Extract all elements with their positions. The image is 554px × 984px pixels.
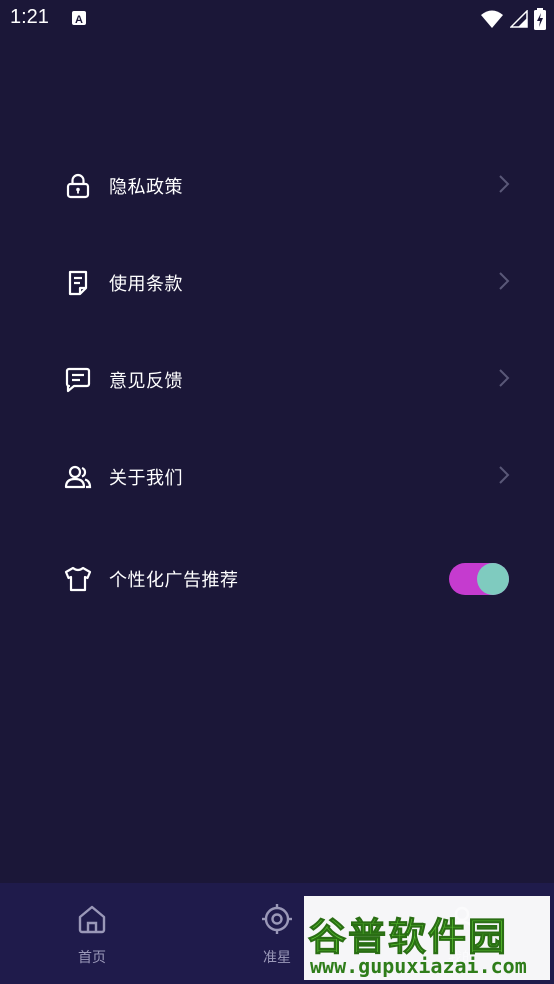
personalized-ads-toggle[interactable] <box>449 563 509 595</box>
signal-icon <box>509 9 528 32</box>
a-notification-icon: A <box>72 11 86 26</box>
settings-menu: 隐私政策 使用条款 意见反馈 关于我们 <box>0 137 554 525</box>
menu-item-about-us[interactable]: 关于我们 <box>0 428 554 525</box>
menu-item-label: 使用条款 <box>109 273 183 295</box>
status-time: 1:21 <box>10 6 49 28</box>
watermark-title: 谷普软件园 <box>307 915 509 960</box>
chevron-right-icon <box>498 369 510 391</box>
menu-item-terms-of-use[interactable]: 使用条款 <box>0 234 554 331</box>
status-bar: 1:21 A <box>0 0 554 40</box>
tab-label: 首页 <box>78 950 106 966</box>
chevron-right-icon <box>498 175 510 197</box>
menu-item-label: 关于我们 <box>109 467 183 489</box>
svg-text:A: A <box>75 14 83 26</box>
crosshair-icon <box>261 903 293 935</box>
tab-home[interactable]: 首页 <box>32 883 152 984</box>
menu-item-label: 隐私政策 <box>109 176 183 198</box>
menu-item-feedback[interactable]: 意见反馈 <box>0 331 554 428</box>
watermark-url: www.gupuxiazai.com <box>310 954 527 978</box>
watermark-logo: 谷普软件园 www.gupuxiazai.com <box>304 896 550 980</box>
menu-item-privacy-policy[interactable]: 隐私政策 <box>0 137 554 234</box>
document-icon <box>64 269 92 297</box>
wifi-icon <box>480 9 504 33</box>
chevron-right-icon <box>498 466 510 488</box>
feedback-icon <box>64 366 92 394</box>
home-icon <box>76 903 108 935</box>
chevron-right-icon <box>498 272 510 294</box>
battery-icon <box>534 8 546 34</box>
personalized-ads-label: 个性化广告推荐 <box>109 569 239 591</box>
users-icon <box>64 463 92 491</box>
personalized-ads-row: 个性化广告推荐 <box>0 530 554 627</box>
toggle-knob <box>477 563 509 595</box>
menu-item-label: 意见反馈 <box>109 370 183 392</box>
tab-label: 准星 <box>263 950 291 966</box>
tshirt-icon <box>64 565 92 593</box>
lock-icon <box>64 172 92 200</box>
